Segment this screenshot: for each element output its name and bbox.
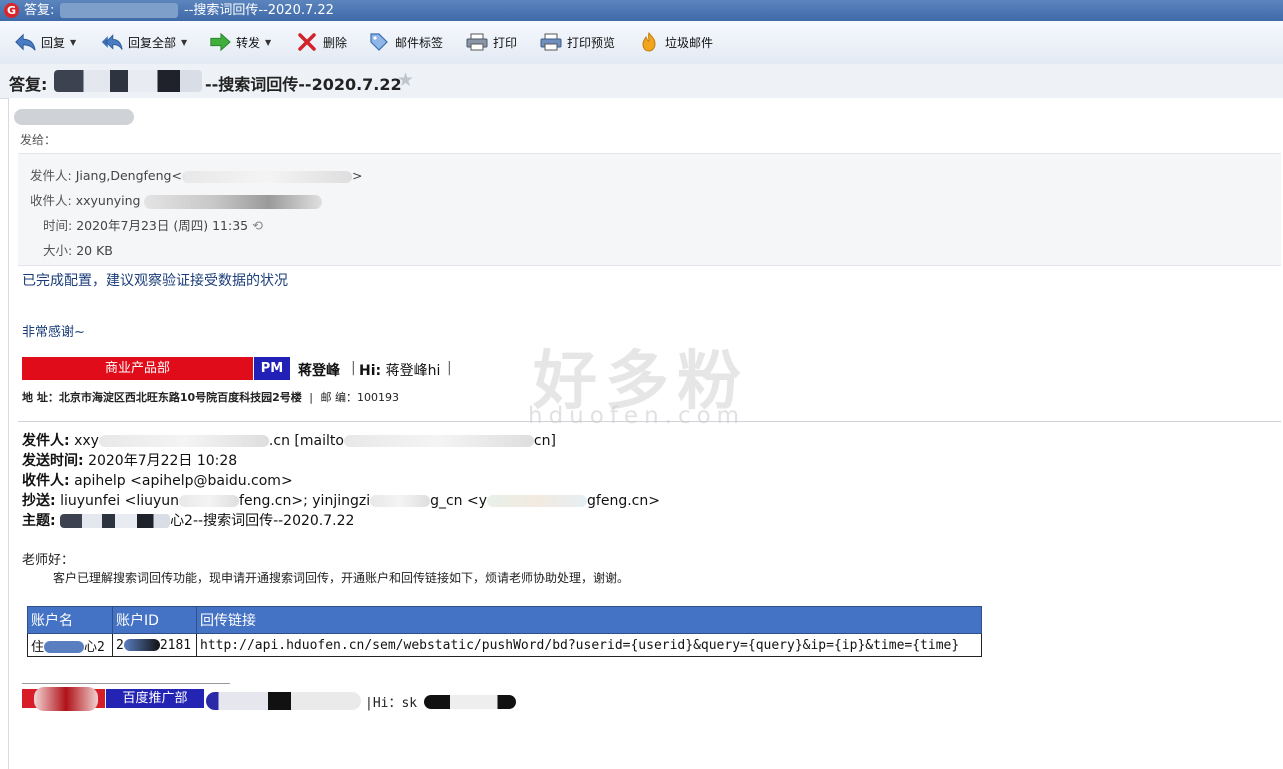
reply-line-1: 已完成配置，建议观察验证接受数据的状况 xyxy=(22,273,288,289)
redacted-email xyxy=(181,170,352,183)
forward-label: 转发 xyxy=(236,35,261,50)
table-row: 住心2 2 2181 http://api.hduofen.cn/sem/webs… xyxy=(27,633,982,657)
reply-button[interactable]: 回复 ▼ xyxy=(14,30,76,54)
signature-role: PM xyxy=(254,357,290,380)
junk-mail-button[interactable]: 垃圾邮件 xyxy=(638,30,713,54)
delete-label: 删除 xyxy=(323,35,348,50)
send-to-label: 发给： xyxy=(20,133,57,147)
fwd-subject-row: 主题: 心2--搜索词回传--2020.7.22 xyxy=(22,513,355,529)
mail-tag-label: 邮件标签 xyxy=(395,35,444,50)
table-cell-callback-link[interactable]: http://api.hduofen.cn/sem/webstatic/push… xyxy=(196,633,982,657)
subject-bar: 答复: --搜索词回传--2020.7.22 ★ xyxy=(0,64,1283,99)
forward-arrow-icon xyxy=(209,31,231,53)
redacted-email xyxy=(343,435,534,447)
size-value: 20 KB xyxy=(76,243,113,258)
tag-icon xyxy=(368,31,390,53)
reply-all-label: 回复全部 xyxy=(128,35,177,50)
time-row: 时间: 2020年7月23日 (周四) 11:35 ⟲ xyxy=(43,218,263,234)
signature-name: 蒋登峰 xyxy=(298,363,340,379)
forward-button[interactable]: 转发 ▼ xyxy=(209,30,271,54)
request-greeting: 老师好： xyxy=(22,553,75,568)
junk-fire-icon xyxy=(638,31,660,53)
fwd-to-row: 收件人: apihelp <apihelp@baidu.com> xyxy=(22,473,293,489)
star-icon[interactable]: ★ xyxy=(397,69,414,91)
to-value[interactable]: xxyunying xyxy=(76,193,141,208)
reply-arrow-icon xyxy=(14,31,36,53)
redacted-email xyxy=(179,495,240,507)
from-row: 发件人: Jiang,Dengfeng< > xyxy=(30,168,363,183)
reply-all-button[interactable]: 回复全部 ▼ xyxy=(101,30,187,54)
redacted-name xyxy=(34,687,98,711)
watermark-en: hduofen.com xyxy=(528,403,746,429)
print-preview-label: 打印预览 xyxy=(567,35,616,50)
chevron-down-icon[interactable]: ▼ xyxy=(181,38,187,47)
window-title-suffix: --搜索词回传--2020.7.22 xyxy=(184,3,334,18)
printer-icon xyxy=(466,31,488,53)
redacted-subject xyxy=(60,514,171,528)
subject-prefix: 答复: xyxy=(9,75,48,94)
print-preview-button[interactable]: 打印预览 xyxy=(540,30,615,54)
bottom-signature-hi: |Hi：sk xyxy=(365,696,418,711)
redacted-email xyxy=(487,495,588,507)
signature-divider xyxy=(22,683,230,684)
redacted-name xyxy=(44,641,85,653)
window-title-prefix: 答复: xyxy=(24,3,55,18)
signature-dept: 商业产品部 xyxy=(22,357,253,380)
request-body: 客户已理解搜索词回传功能，现申请开通搜索词回传，开通账户和回传链接如下，烦请老师… xyxy=(53,571,630,585)
redacted-id xyxy=(123,639,160,651)
bottom-signature-dept: 百度推广部 xyxy=(106,689,204,708)
redacted-email xyxy=(144,194,323,209)
table-header: 账户ID xyxy=(112,606,197,634)
table-header: 回传链接 xyxy=(196,606,982,634)
window-title-bar: G 答复: --搜索词回传--2020.7.22 xyxy=(0,0,1283,21)
message-header-box: 发件人: Jiang,Dengfeng< > 收件人: xxyunying 时间:… xyxy=(18,153,1281,266)
signature-hi: Hi: 蒋登峰hi xyxy=(359,363,441,379)
time-value: 2020年7月23日 (周四) 11:35 xyxy=(76,218,249,233)
account-table: 账户名 账户ID 回传链接 住心2 2 2181 http://api.hduof… xyxy=(27,606,982,657)
fwd-from-row: 发件人: xxy .cn [mailto cn] xyxy=(22,433,556,449)
redacted-title xyxy=(60,3,178,18)
signature-separator: | xyxy=(351,360,356,376)
app-logo-icon: G xyxy=(4,3,19,18)
reply-line-2: 非常感谢~ xyxy=(22,325,85,340)
print-preview-icon xyxy=(540,31,562,53)
history-clock-icon[interactable]: ⟲ xyxy=(252,219,263,234)
subject-title: --搜索词回传--2020.7.22 xyxy=(205,75,402,94)
redacted-subject xyxy=(54,70,202,92)
print-label: 打印 xyxy=(493,35,518,50)
mail-toolbar: 回复 ▼ 回复全部 ▼ 转发 ▼ 删除 邮件标签 打印 打印预览 垃圾邮件 xyxy=(0,21,1283,65)
size-row: 大小: 20 KB xyxy=(43,243,113,258)
delete-x-icon xyxy=(296,31,318,53)
fwd-sent-row: 发送时间: 2020年7月22日 10:28 xyxy=(22,453,238,469)
reply-label: 回复 xyxy=(41,35,66,50)
bottom-signature-red-block xyxy=(22,687,105,711)
mail-tag-button[interactable]: 邮件标签 xyxy=(368,30,443,54)
reply-all-arrow-icon xyxy=(101,31,123,53)
delete-button[interactable]: 删除 xyxy=(296,30,347,54)
to-row: 收件人: xxyunying xyxy=(30,190,323,209)
chevron-down-icon[interactable]: ▼ xyxy=(265,38,271,47)
table-header: 账户名 xyxy=(27,606,113,634)
signature-address: 地 址：北京市海淀区西北旺东路10号院百度科技园2号楼 | 邮 编：100193 xyxy=(22,391,400,404)
redacted-contact xyxy=(424,695,516,709)
junk-mail-label: 垃圾邮件 xyxy=(665,35,714,50)
print-button[interactable]: 打印 xyxy=(466,30,517,54)
redacted-sender xyxy=(14,109,134,125)
table-cell-account-name: 住心2 xyxy=(27,633,113,657)
redacted-email xyxy=(370,495,431,507)
fwd-cc-row: 抄送: liuyunfei <liuyun feng.cn>; yinjingzi… xyxy=(22,493,660,509)
chevron-down-icon[interactable]: ▼ xyxy=(70,38,76,47)
redacted-email xyxy=(98,435,269,447)
from-value[interactable]: Jiang,Dengfeng xyxy=(76,168,172,183)
table-header-row: 账户名 账户ID 回传链接 xyxy=(27,606,982,634)
signature-separator: | xyxy=(447,360,452,376)
table-cell-account-id: 2 2181 xyxy=(112,633,197,657)
redacted-contact xyxy=(206,692,361,710)
